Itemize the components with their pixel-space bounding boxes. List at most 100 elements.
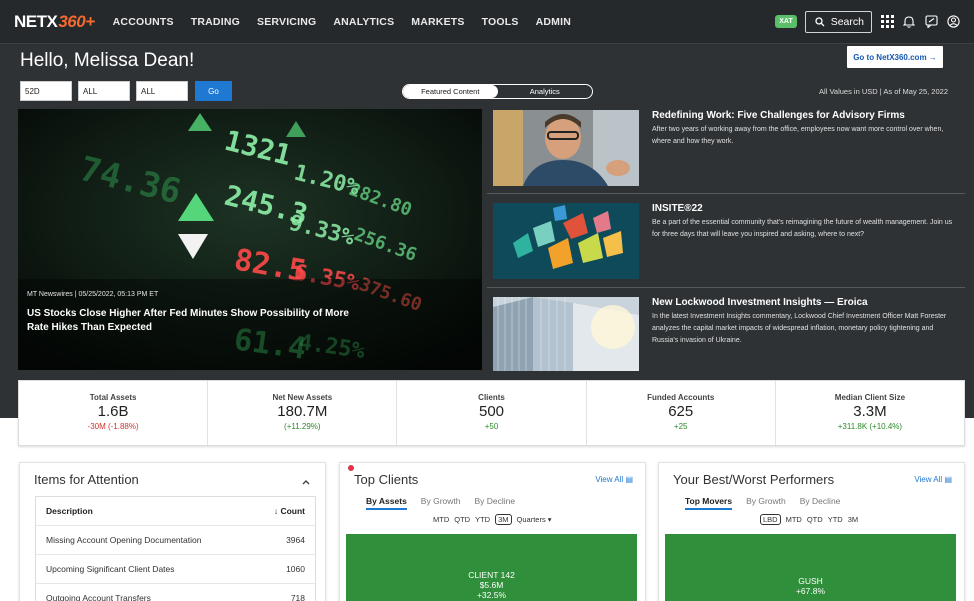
- stat-value: 1.6B: [97, 403, 129, 420]
- nav-item-servicing[interactable]: SERVICING: [257, 16, 316, 28]
- side-story-text: Be a part of the essential community tha…: [652, 219, 953, 238]
- column-header-count[interactable]: ↓ Count: [255, 506, 305, 516]
- view-all-link[interactable]: View All ▤: [595, 475, 633, 484]
- stat-label: Clients: [478, 393, 505, 402]
- row-description: Missing Account Opening Documentation: [46, 535, 202, 545]
- row-description: Outgoing Account Transfers: [46, 593, 151, 601]
- stat-label: Net New Assets: [272, 393, 333, 402]
- side-story-card[interactable]: INSITE®22 Be a part of the essential com…: [487, 203, 965, 295]
- toggle-featured-content[interactable]: Featured Content: [403, 85, 498, 98]
- period-selector: LBD MTD QTD YTD 3M: [760, 514, 858, 525]
- view-all-link[interactable]: View All ▤: [914, 475, 952, 484]
- column-header-description[interactable]: Description: [46, 506, 255, 516]
- environment-badge[interactable]: XAT: [775, 15, 797, 28]
- goto-netx360-button[interactable]: Go to NetX360.com →: [847, 46, 943, 68]
- nav-item-accounts[interactable]: ACCOUNTS: [113, 16, 174, 28]
- tab-top-movers[interactable]: Top Movers: [685, 496, 733, 510]
- stat-value: 3.3M: [853, 403, 887, 420]
- stat-value: 500: [478, 403, 505, 420]
- table-row[interactable]: Upcoming Significant Client Dates 1060: [36, 555, 315, 584]
- period-quarters-dropdown[interactable]: Quarters ▾: [517, 515, 552, 524]
- collapse-chevron-icon[interactable]: [301, 473, 311, 491]
- row-count: 1060: [286, 564, 305, 574]
- stat-change: +50: [484, 422, 499, 431]
- story-title[interactable]: US Stocks Close Higher After Fed Minutes…: [27, 307, 367, 335]
- row-count: 718: [290, 593, 305, 601]
- stat-label: Funded Accounts: [647, 393, 715, 402]
- tab-by-growth[interactable]: By Growth: [746, 496, 786, 510]
- tab-by-growth[interactable]: By Growth: [421, 496, 461, 510]
- side-story-title: New Lockwood Investment Insights — Eroic…: [652, 297, 868, 308]
- toggle-analytics[interactable]: Analytics: [498, 85, 593, 98]
- performers-tabs: Top Movers By Growth By Decline: [685, 496, 840, 510]
- side-story-card[interactable]: Redefining Work: Five Challenges for Adv…: [487, 110, 965, 202]
- top-nav: NETX 360+ ACCOUNTS TRADING SERVICING ANAL…: [0, 0, 974, 44]
- performer-tile[interactable]: GUSH +67.8%: [665, 534, 956, 601]
- period-ytd[interactable]: YTD: [475, 515, 490, 524]
- attention-table: Description ↓ Count Missing Account Open…: [35, 496, 316, 601]
- notification-dot: [348, 465, 354, 471]
- side-story-card[interactable]: New Lockwood Investment Insights — Eroic…: [487, 297, 965, 389]
- nav-item-trading[interactable]: TRADING: [191, 16, 240, 28]
- stat-clients[interactable]: Clients 500 +50: [397, 381, 587, 445]
- stat-label: Median Client Size: [834, 393, 906, 402]
- period-select[interactable]: 52D: [20, 81, 72, 101]
- view-all-label: View All: [595, 475, 624, 484]
- stat-total-assets[interactable]: Total Assets 1.6B -30M (-1.88%): [19, 381, 209, 445]
- items-for-attention-panel: Items for Attention Description ↓ Count …: [19, 462, 326, 601]
- search-label: Search: [830, 15, 864, 28]
- grid-icon[interactable]: [880, 15, 894, 29]
- client-change: +32.5%: [476, 590, 507, 600]
- chat-icon[interactable]: [924, 15, 938, 29]
- stat-change: (+11.29%): [284, 422, 321, 431]
- search-button[interactable]: Search: [804, 10, 872, 33]
- client-value: $5.6M: [479, 580, 504, 590]
- bell-icon[interactable]: [902, 15, 916, 29]
- top-clients-tabs: By Assets By Growth By Decline: [366, 496, 515, 510]
- story-thumbnail: [493, 110, 639, 186]
- performer-symbol: GUSH: [798, 576, 823, 586]
- stat-net-new-assets[interactable]: Net New Assets 180.7M (+11.29%): [208, 381, 398, 445]
- filter-select-3[interactable]: ALL: [136, 81, 188, 101]
- period-qtd[interactable]: QTD: [454, 515, 470, 524]
- stat-change: -30M (-1.88%): [87, 422, 139, 431]
- stat-change: +25: [673, 422, 688, 431]
- period-3m[interactable]: 3M: [495, 514, 512, 525]
- tab-by-decline[interactable]: By Decline: [800, 496, 841, 510]
- greeting-heading: Hello, Melissa Dean!: [20, 50, 195, 71]
- table-header: Description ↓ Count: [36, 497, 315, 526]
- document-icon: ▤: [625, 475, 633, 484]
- stat-value: 625: [668, 403, 694, 420]
- period-lbd[interactable]: LBD: [760, 514, 781, 525]
- period-mtd[interactable]: MTD: [433, 515, 449, 524]
- nav-item-admin[interactable]: ADMIN: [536, 16, 571, 28]
- stat-label: Total Assets: [89, 393, 137, 402]
- top-client-tile[interactable]: CLIENT 142 $5.6M +32.5%: [346, 534, 637, 601]
- period-ytd[interactable]: YTD: [828, 515, 843, 524]
- period-mtd[interactable]: MTD: [786, 515, 802, 524]
- tab-by-assets[interactable]: By Assets: [366, 496, 407, 510]
- netx360-logo[interactable]: NETX 360+: [14, 12, 95, 32]
- nav-item-tools[interactable]: TOOLS: [482, 16, 519, 28]
- main-story-card[interactable]: 74.36 1321 245.3 1.20% 9.33% 82.5 6.35% …: [18, 109, 482, 370]
- stats-summary: Total Assets 1.6B -30M (-1.88%) Net New …: [18, 380, 965, 446]
- period-qtd[interactable]: QTD: [807, 515, 823, 524]
- stat-median-client-size[interactable]: Median Client Size 3.3M +311.8K (+10.4%): [776, 381, 964, 445]
- side-story-text: After two years of working away from the…: [652, 126, 944, 145]
- performers-panel: Your Best/Worst Performers View All ▤ To…: [658, 462, 965, 601]
- period-3m[interactable]: 3M: [848, 515, 858, 524]
- filter-bar: 52D ALL ALL Go: [20, 81, 232, 101]
- table-row[interactable]: Outgoing Account Transfers 718: [36, 584, 315, 601]
- logo-accent: 360+: [58, 11, 95, 31]
- panel-title: Your Best/Worst Performers: [673, 472, 835, 487]
- stat-change: +311.8K (+10.4%): [837, 422, 903, 431]
- user-icon[interactable]: [946, 15, 960, 29]
- filter-select-2[interactable]: ALL: [78, 81, 130, 101]
- tab-by-decline[interactable]: By Decline: [474, 496, 515, 510]
- nav-item-markets[interactable]: MARKETS: [411, 16, 464, 28]
- divider: [487, 193, 965, 194]
- stat-funded-accounts[interactable]: Funded Accounts 625 +25: [587, 381, 776, 445]
- go-button[interactable]: Go: [195, 81, 232, 101]
- nav-item-analytics[interactable]: ANALYTICS: [333, 16, 394, 28]
- table-row[interactable]: Missing Account Opening Documentation 39…: [36, 526, 315, 555]
